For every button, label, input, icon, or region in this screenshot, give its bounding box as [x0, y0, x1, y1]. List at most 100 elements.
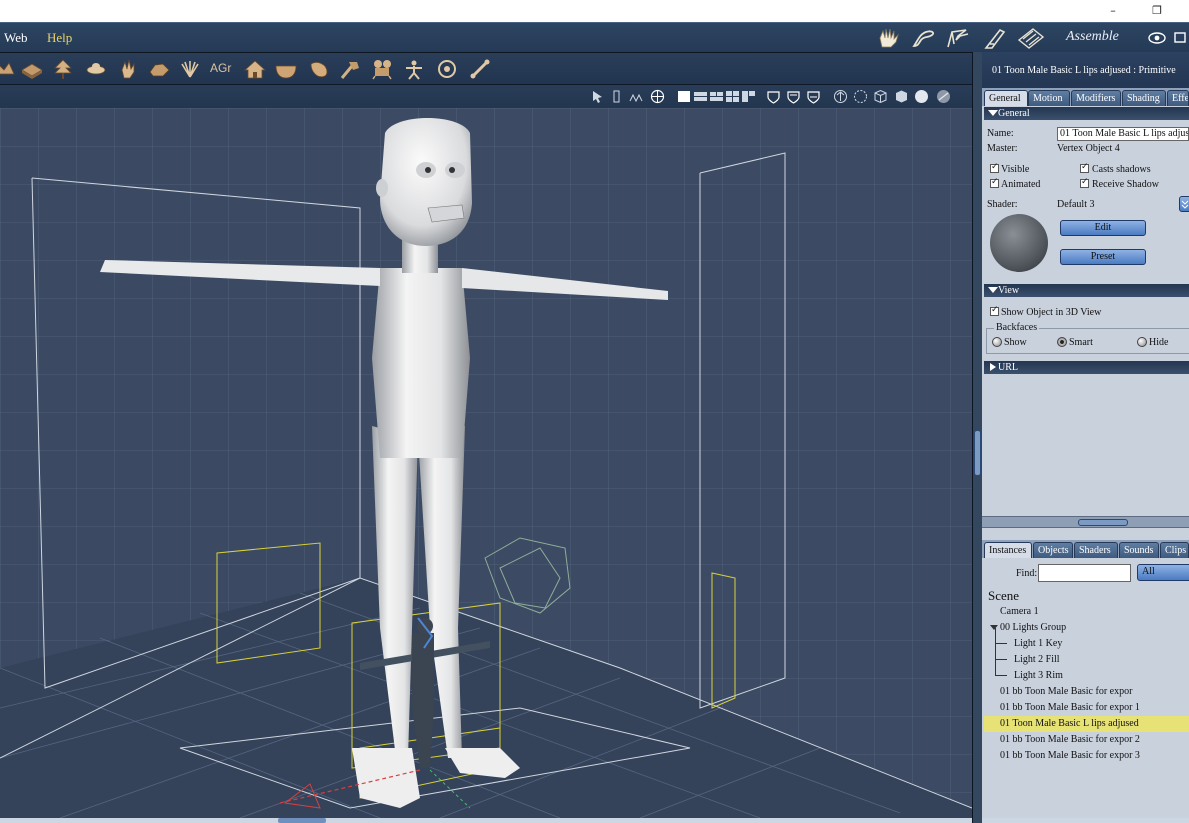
scene-item-bb-toon-0[interactable]: 01 bb Toon Male Basic for expor [984, 684, 1189, 700]
target-icon[interactable] [435, 58, 459, 80]
tab-effects[interactable]: Effe [1167, 90, 1189, 106]
tab-shading[interactable]: Shading [1122, 90, 1166, 106]
tab-sounds[interactable]: Sounds [1119, 542, 1159, 558]
minimize-button[interactable]: – [1102, 2, 1124, 20]
shield-icon[interactable] [766, 89, 781, 104]
bowl-icon[interactable] [274, 58, 298, 80]
hand-icon[interactable] [874, 26, 904, 50]
panel-title: 01 Toon Male Basic L lips adjused : Prim… [982, 52, 1189, 88]
film-icon[interactable] [1016, 26, 1046, 50]
edit-button[interactable]: Edit [1060, 220, 1146, 236]
shader-dropdown-button[interactable] [1179, 196, 1189, 212]
single-view-icon[interactable] [677, 89, 692, 104]
scene-item-light-2[interactable]: Light 2 Fill [984, 644, 1189, 668]
menu-bar: Web Help Assemble [0, 22, 1189, 52]
general-section-header[interactable]: General [984, 107, 1189, 120]
backfaces-show-radio[interactable] [992, 337, 1002, 347]
figure-icon[interactable] [402, 58, 426, 80]
preset-button[interactable]: Preset [1060, 249, 1146, 265]
find-label: Find: [1016, 568, 1038, 579]
ruler-icon[interactable] [982, 26, 1012, 50]
scene-item-bb-toon-2[interactable]: 01 bb Toon Male Basic for expor 2 [984, 732, 1189, 748]
scene-item-bb-toon-1[interactable]: 01 bb Toon Male Basic for expor 1 [984, 700, 1189, 716]
show-object-checkbox[interactable] [990, 305, 999, 316]
tab-clips[interactable]: Clips [1160, 542, 1189, 558]
casts-shadows-checkbox[interactable] [1080, 162, 1089, 173]
splitter-handle[interactable] [974, 430, 981, 476]
panel-divider[interactable] [982, 516, 1189, 528]
agr-icon[interactable]: AGr [210, 61, 231, 75]
box-icon[interactable] [873, 89, 888, 104]
object-toolbar: AGr [0, 52, 972, 84]
view-section-header[interactable]: View [984, 284, 1189, 297]
three-view-icon[interactable] [709, 89, 724, 104]
hand-icon[interactable] [116, 58, 140, 80]
url-section-header[interactable]: URL [984, 361, 1189, 374]
timeline-handle[interactable] [278, 818, 326, 823]
pen-icon[interactable] [944, 26, 974, 50]
tab-objects[interactable]: Objects [1033, 542, 1073, 558]
tree-icon[interactable] [51, 58, 75, 80]
shaded-sphere-icon[interactable] [936, 89, 951, 104]
bone-icon[interactable] [468, 58, 492, 80]
tab-motion[interactable]: Motion [1028, 90, 1070, 106]
panel-splitter[interactable] [972, 52, 982, 823]
solid-box-icon[interactable] [894, 89, 909, 104]
master-label: Master: [987, 143, 1018, 154]
filter-select[interactable]: All [1137, 564, 1189, 581]
camera-icon[interactable] [371, 58, 395, 80]
globe-icon[interactable] [650, 89, 665, 104]
backfaces-hide-radio[interactable] [1137, 337, 1147, 347]
tab-instances[interactable]: Instances [984, 542, 1032, 558]
scene-item-lights-group[interactable]: 00 Lights Group [984, 620, 1189, 636]
tab-modifiers[interactable]: Modifiers [1071, 90, 1121, 106]
chevron-down-icon [1181, 200, 1189, 209]
find-input[interactable] [1038, 564, 1131, 582]
3d-viewport[interactable] [0, 108, 972, 818]
walk-icon[interactable] [628, 89, 643, 104]
plant-icon[interactable] [178, 58, 202, 80]
general-header-label: General [998, 108, 1030, 119]
name-field[interactable]: 01 Toon Male Basic L lips adjus [1057, 127, 1189, 141]
leaf-icon[interactable] [307, 58, 331, 80]
scene-item-bb-toon-3[interactable]: 01 bb Toon Male Basic for expor 3 [984, 748, 1189, 764]
pointer-icon[interactable] [590, 89, 605, 104]
window-icon[interactable] [1174, 32, 1186, 43]
rock-icon[interactable] [147, 58, 171, 80]
hammer-icon[interactable] [338, 58, 362, 80]
visible-checkbox[interactable] [990, 162, 999, 173]
tab-shaders[interactable]: Shaders [1074, 542, 1118, 558]
receive-shadow-checkbox[interactable] [1080, 177, 1089, 188]
two-view-icon[interactable] [693, 89, 708, 104]
scene-item-light-1[interactable]: Light 1 Key [984, 628, 1189, 652]
shader-preview-sphere [990, 214, 1048, 272]
custom-view-icon[interactable] [741, 89, 756, 104]
up-arrow-icon[interactable] [833, 89, 848, 104]
house-icon[interactable] [243, 58, 267, 80]
tab-general[interactable]: General [984, 90, 1028, 106]
backfaces-smart-radio[interactable] [1057, 337, 1067, 347]
restore-button[interactable]: ❐ [1146, 2, 1168, 20]
backfaces-label: Backfaces [994, 322, 1040, 333]
shader-label: Shader: [987, 199, 1018, 210]
menu-web[interactable]: Web [4, 30, 28, 46]
shield-icon[interactable] [806, 89, 821, 104]
scene-item-light-3[interactable]: Light 3 Rim [984, 660, 1189, 684]
terrain-icon[interactable] [0, 58, 16, 80]
menu-help[interactable]: Help [47, 30, 72, 46]
cloud-icon[interactable] [84, 58, 108, 80]
wireframe-icon[interactable] [853, 89, 868, 104]
scene-item-toon-lips-adjused[interactable]: 01 Toon Male Basic L lips adjused [984, 716, 1189, 732]
brush-icon[interactable] [910, 26, 940, 50]
sphere-icon[interactable] [914, 89, 929, 104]
scene-header: Scene [988, 588, 1020, 603]
plane-icon[interactable] [20, 58, 44, 80]
animated-checkbox[interactable] [990, 177, 999, 188]
move-icon[interactable] [609, 89, 624, 104]
shield-icon[interactable] [786, 89, 801, 104]
eye-icon[interactable] [1148, 31, 1166, 45]
scene-item-camera-1[interactable]: Camera 1 [984, 604, 1189, 620]
divider-handle[interactable] [1078, 519, 1128, 526]
receive-shadow-label: Receive Shadow [1092, 179, 1159, 190]
four-view-icon[interactable] [725, 89, 740, 104]
